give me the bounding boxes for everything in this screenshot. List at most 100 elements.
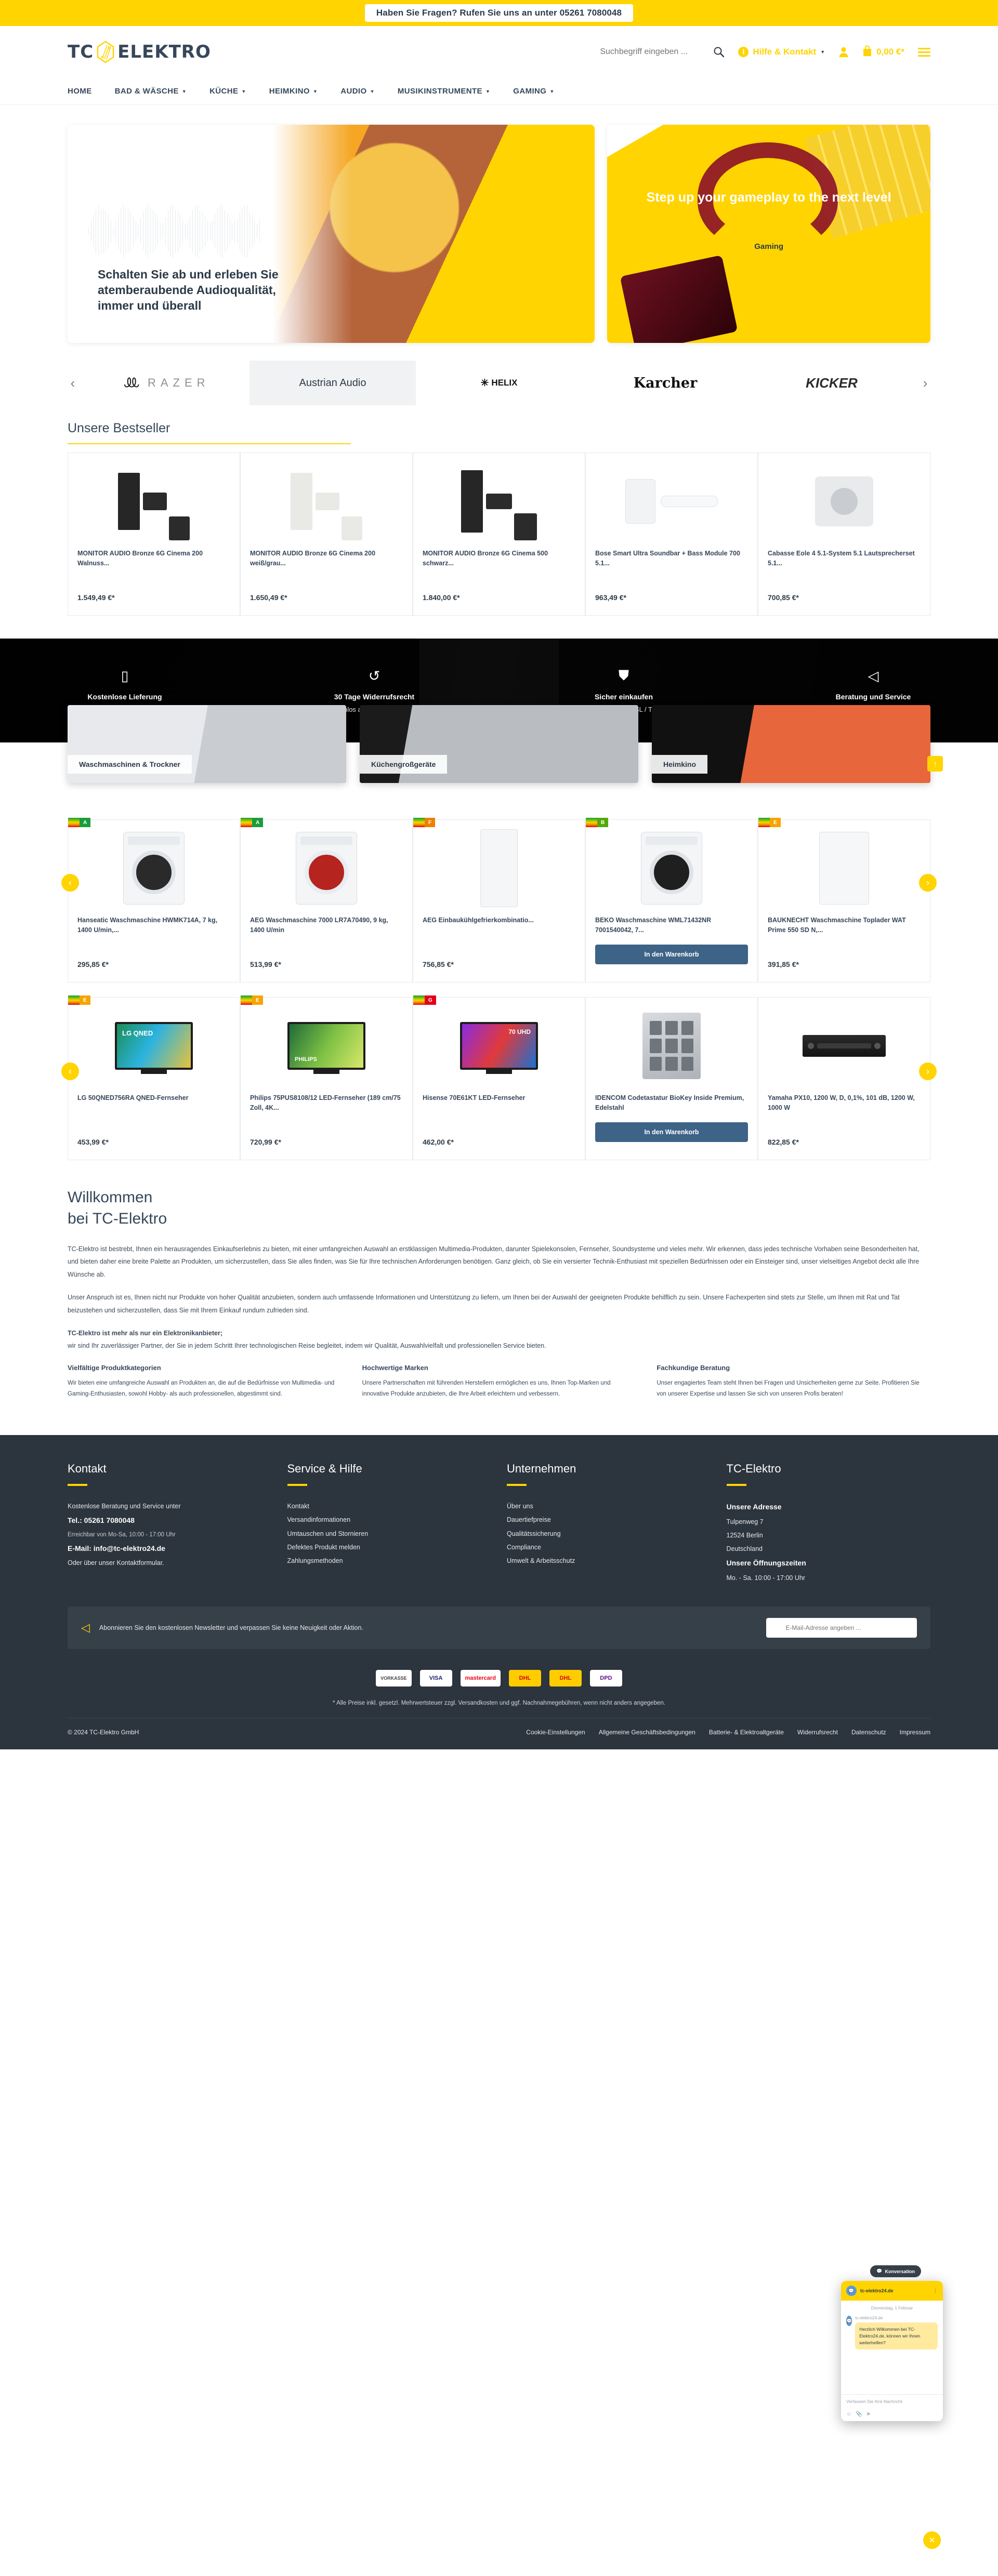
legal-link-impressum[interactable]: Impressum	[900, 1729, 930, 1736]
footer-link[interactable]: Compliance	[507, 1541, 711, 1554]
product-card[interactable]: E BAUKNECHT Waschmaschine Toplader WAT P…	[758, 818, 930, 982]
search-input[interactable]	[600, 47, 699, 57]
cart-button[interactable]: 0,00 €*	[862, 45, 904, 59]
add-to-cart-button[interactable]: In den Warenkorb	[595, 1122, 748, 1142]
appliances-next-arrow[interactable]: ›	[919, 874, 937, 892]
footer-link[interactable]: Umwelt & Arbeitsschutz	[507, 1554, 711, 1568]
site-logo[interactable]: TC ELEKTRO	[68, 41, 211, 63]
send-icon[interactable]: ➤	[866, 2411, 871, 2417]
product-card[interactable]: Yamaha PX10, 1200 W, D, 0,1%, 101 dB, 12…	[758, 997, 930, 1160]
cart-icon	[862, 45, 872, 59]
product-card[interactable]: B BEKO Waschmaschine WML71432NR 70015400…	[585, 818, 758, 982]
footer-link[interactable]: Umtauschen und Stornieren	[287, 1527, 492, 1541]
nav-item-bad-waesche[interactable]: BAD & WÄSCHE ▼	[115, 87, 187, 96]
footer-title-underline	[507, 1484, 527, 1486]
emoji-icon[interactable]: ☺	[846, 2411, 851, 2417]
search-icon[interactable]	[713, 46, 725, 58]
footer-link[interactable]: Zahlungsmethoden	[287, 1554, 492, 1568]
account-icon[interactable]	[838, 46, 849, 58]
hero-banner-audio[interactable]: Schalten Sie ab und erleben Sie atembera…	[68, 125, 595, 343]
welcome-heading: Willkommen bei TC-Elektro	[68, 1187, 930, 1229]
welcome-columns: Vielfältige Produktkategorien Wir bieten…	[68, 1364, 930, 1411]
chat-widget[interactable]: 💬 tc-elektro24.de ⋮ Donnerstag, 1 Februa…	[841, 2281, 943, 2421]
chat-more-icon[interactable]: ⋮	[933, 2288, 938, 2294]
category-tile-kitchen[interactable]: Küchengroßgeräte	[360, 705, 638, 783]
add-to-cart-button[interactable]: In den Warenkorb	[595, 945, 748, 964]
legal-link-datenschutz[interactable]: Datenschutz	[851, 1729, 886, 1736]
brand-helix[interactable]: ✳ HELIX	[416, 361, 582, 405]
product-card[interactable]: MONITOR AUDIO Bronze 6G Cinema 500 schwa…	[413, 453, 585, 616]
legal-link-widerruf[interactable]: Widerrufsrecht	[797, 1729, 838, 1736]
product-card[interactable]: A Hanseatic Waschmaschine HWMK714A, 7 kg…	[68, 818, 240, 982]
category-tile-homecinema[interactable]: Heimkino	[652, 705, 930, 783]
tv-prev-arrow[interactable]: ‹	[61, 1063, 79, 1080]
newsletter-field[interactable]: ✉	[766, 1617, 917, 1638]
product-card[interactable]: Cabasse Eole 4 5.1-System 5.1 Lautsprech…	[758, 453, 930, 616]
payment-dhl: DHL	[508, 1669, 541, 1687]
chat-date: Donnerstag, 1 Februar	[871, 2306, 913, 2311]
product-card[interactable]: MONITOR AUDIO Bronze 6G Cinema 200 weiß/…	[240, 453, 413, 616]
payment-dpd: DPD	[589, 1669, 622, 1687]
footer-link[interactable]: Qualitätssicherung	[507, 1527, 711, 1541]
nav-item-heimkino[interactable]: HEIMKINO ▼	[269, 87, 318, 96]
product-card[interactable]: Bose Smart Ultra Soundbar + Bass Module …	[585, 453, 758, 616]
brand-austrian-audio[interactable]: Austrian Audio	[250, 361, 416, 405]
usp-title: Kostenlose Lieferung	[87, 692, 162, 701]
nav-item-gaming[interactable]: GAMING ▼	[513, 87, 554, 96]
hero-gaming-button[interactable]: Gaming	[732, 236, 806, 257]
nav-item-audio[interactable]: AUDIO ▼	[340, 87, 375, 96]
appliances-prev-arrow[interactable]: ‹	[61, 874, 79, 892]
megaphone-icon: ◁	[81, 1621, 90, 1634]
newsletter-email-input[interactable]	[785, 1624, 910, 1631]
hero-banner-gaming[interactable]: Step up your gameplay to the next level …	[607, 125, 930, 343]
footer-link[interactable]: Kontakt	[287, 1499, 492, 1513]
nav-item-home[interactable]: HOME	[68, 87, 92, 96]
brand-prev-arrow[interactable]: ‹	[62, 375, 83, 391]
energy-scale-icon	[241, 995, 252, 1005]
product-card[interactable]: G 70 UHD Hisense 70E61KT LED-Fernseher 4…	[413, 995, 585, 1160]
footer-address-street: Tulpenweg 7	[726, 1518, 764, 1525]
brand-karcher[interactable]: Karcher	[582, 361, 748, 405]
energy-class: E	[80, 995, 90, 1005]
appliances-row: ‹ › A Hanseatic Waschmaschine HWMK714A, …	[0, 783, 998, 982]
tv-row: ‹ › E LG QNED LG 50QNED756RA QNED-Fernse…	[0, 982, 998, 1160]
legal-links: Cookie-Einstellungen Allgemeine Geschäft…	[526, 1729, 930, 1736]
brand-next-arrow[interactable]: ›	[915, 375, 936, 391]
help-contact-menu[interactable]: i Hilfe & Kontakt ▼	[738, 47, 825, 57]
brand-kicker[interactable]: KICKER	[748, 361, 915, 405]
brand-carousel: ‹ ꔛ RAZER Austrian Audio ✳ HELIX Karcher …	[0, 343, 998, 410]
chat-avatar-icon: 💬	[846, 2286, 857, 2296]
product-card[interactable]: F AEG Einbaukühlgefrierkombinatio... 756…	[413, 818, 585, 982]
product-image	[768, 462, 921, 540]
footer-link[interactable]: Versandinformationen	[287, 1513, 492, 1526]
nav-item-kueche[interactable]: KÜCHE ▼	[209, 87, 246, 96]
product-card[interactable]: A AEG Waschmaschine 7000 LR7A70490, 9 kg…	[240, 818, 413, 982]
tv-next-arrow[interactable]: ›	[919, 1063, 937, 1080]
chat-conversation-pill[interactable]: 💬 Konversation	[870, 2265, 921, 2277]
product-card[interactable]: MONITOR AUDIO Bronze 6G Cinema 200 Walnu…	[68, 453, 240, 616]
product-title: BAUKNECHT Waschmaschine Toplader WAT Pri…	[768, 917, 906, 934]
nav-label: AUDIO	[340, 87, 367, 96]
scroll-to-top-button[interactable]: ↑	[927, 756, 943, 772]
chat-fab-button[interactable]: ✕	[923, 2531, 941, 2549]
footer-link[interactable]: Über uns	[507, 1499, 711, 1513]
energy-class: F	[425, 818, 436, 827]
product-card[interactable]: E PHILIPS Philips 75PUS8108/12 LED-Ferns…	[240, 995, 413, 1160]
footer-link[interactable]: Dauertiefpreise	[507, 1513, 711, 1526]
razer-logo-icon: ꔛ	[123, 373, 140, 393]
product-title: Hanseatic Waschmaschine HWMK714A, 7 kg, …	[77, 917, 218, 934]
legal-link-agb[interactable]: Allgemeine Geschäftsbedingungen	[599, 1729, 695, 1736]
brand-razer[interactable]: ꔛ RAZER	[83, 361, 250, 405]
nav-item-musikinstrumente[interactable]: MUSIKINSTRUMENTE ▼	[398, 87, 490, 96]
footer-link[interactable]: Defektes Produkt melden	[287, 1541, 492, 1554]
chat-input[interactable]: Verfassen Sie Ihre Nachricht.	[841, 2394, 943, 2408]
product-card[interactable]: E LG QNED LG 50QNED756RA QNED-Fernseher …	[68, 995, 240, 1160]
product-card[interactable]: IDENCOM Codetastatur BioKey Inside Premi…	[585, 997, 758, 1160]
category-tile-washing[interactable]: Waschmaschinen & Trockner	[68, 705, 346, 783]
legal-link-cookie[interactable]: Cookie-Einstellungen	[526, 1729, 585, 1736]
attachment-icon[interactable]: 📎	[856, 2411, 862, 2417]
category-tiles: Waschmaschinen & Trockner Küchengroßgerä…	[0, 705, 998, 783]
menu-burger-icon[interactable]	[918, 47, 930, 57]
energy-class: E	[252, 995, 263, 1005]
legal-link-batterie[interactable]: Batterie- & Elektroaltgeräte	[709, 1729, 784, 1736]
